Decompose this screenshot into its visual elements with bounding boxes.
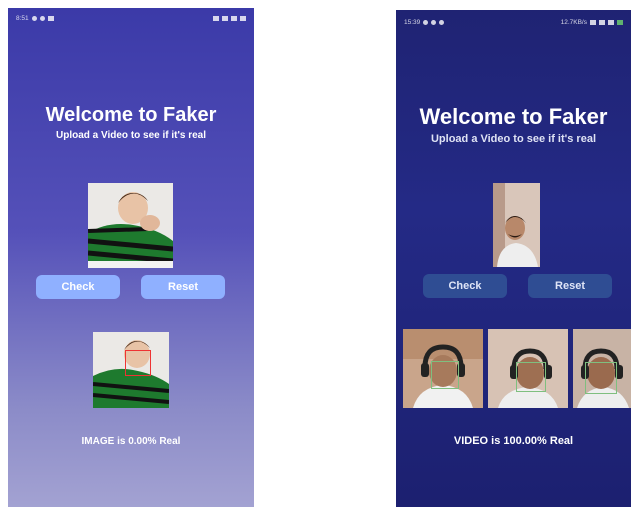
alarm-icon (213, 15, 219, 21)
result-text: VIDEO is 100.00% Real (453, 435, 574, 447)
uploaded-image-preview[interactable] (88, 183, 173, 268)
battery-icon (617, 19, 623, 25)
detection-result-image (93, 332, 169, 408)
status-bar: 8:51 (8, 12, 254, 24)
page-subtitle: Upload a Video to see if it's real (55, 130, 206, 141)
reset-button[interactable]: Reset (528, 274, 612, 298)
face-detection-box (125, 350, 151, 376)
signal-icon (599, 19, 605, 25)
reset-button[interactable]: Reset (141, 275, 225, 299)
result-text: IMAGE is 0.00% Real (81, 436, 181, 447)
face-detection-box (516, 362, 546, 392)
signal-icon (231, 15, 237, 21)
status-time: 8:51 (16, 14, 29, 22)
status-bar: 15:39 12.7KB/s (396, 16, 631, 28)
notification-icon (439, 19, 445, 25)
status-time: 15:39 (404, 18, 421, 26)
check-button[interactable]: Check (423, 274, 507, 298)
face-detection-box (585, 362, 617, 394)
bluetooth-icon (590, 19, 596, 25)
analyzed-frame-1 (403, 329, 483, 408)
whatsapp-icon (423, 19, 429, 25)
right-phone-screen: 15:39 12.7KB/s Welcome to Faker Upload a… (396, 10, 631, 507)
wifi-icon (222, 15, 228, 21)
left-phone-screen: 8:51 Welcome to Faker Upload a Video to … (8, 8, 254, 507)
analyzed-frame-3 (573, 329, 631, 408)
check-button[interactable]: Check (36, 275, 120, 299)
notification-icon (39, 15, 45, 21)
analyzed-frame-2 (488, 329, 568, 408)
notification-icon (431, 19, 437, 25)
face-detection-box (431, 361, 459, 389)
network-speed: 12.7KB/s (560, 18, 587, 26)
boy-photo (88, 183, 173, 268)
man-video-frame (493, 183, 540, 267)
notification-icon (31, 15, 37, 21)
page-title: Welcome to Faker (45, 104, 217, 126)
battery-icon (240, 15, 246, 21)
notification-icon (47, 15, 54, 21)
page-subtitle: Upload a Video to see if it's real (430, 133, 597, 145)
page-title: Welcome to Faker (419, 104, 608, 129)
uploaded-video-preview[interactable] (493, 183, 540, 267)
wifi-icon (608, 19, 614, 25)
